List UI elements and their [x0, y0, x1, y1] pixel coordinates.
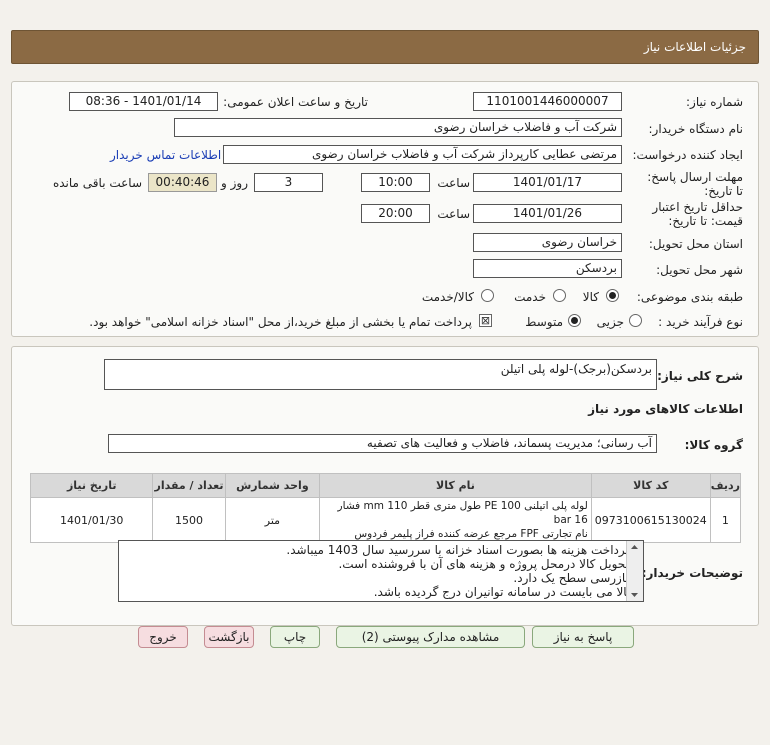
deadline-time-label: ساعت	[437, 176, 470, 190]
need-description-label: شرح کلی نیاز:	[657, 369, 743, 383]
city-field: بردسکن	[473, 259, 622, 278]
remaining-time-field: 00:40:46	[148, 173, 217, 192]
deadline-time-field: 10:00	[361, 173, 430, 192]
city-label: شهر محل تحویل:	[656, 263, 743, 277]
scroll-arrows-icon	[631, 545, 638, 597]
col-header-unit: واحد شمارش	[224, 473, 321, 498]
buyer-notes-box: - پرداخت هزینه ها بصورت اسناد خزانه با س…	[118, 540, 644, 602]
buyer-note-line: - تحویل کالا درمحل پروژه و هزینه های آن …	[338, 557, 637, 571]
need-number-label: شماره نیاز:	[686, 95, 743, 109]
cell-code: 0973100615130024	[590, 497, 711, 543]
buyer-note-line: - پرداخت هزینه ها بصورت اسناد خزانه با س…	[286, 543, 637, 557]
items-table: ردیف کد کالا نام کالا واحد شمارش تعداد /…	[29, 473, 742, 543]
cell-row: 1	[709, 497, 742, 543]
category-radio-goods-service[interactable]	[481, 289, 494, 302]
page-header: جزئیات اطلاعات نیاز	[11, 30, 759, 64]
deadline-date-field: 1401/01/17	[473, 173, 622, 192]
col-header-code: کد کالا	[590, 473, 711, 498]
process-option-minor: جزیی	[596, 315, 624, 329]
buyer-notes-label: توضیحات خریدار:	[641, 566, 743, 580]
reply-button[interactable]: پاسخ به نیاز	[532, 626, 634, 648]
buyer-org-label: نام دستگاه خریدار:	[648, 122, 744, 136]
category-option-goods-service: کالا/خدمت	[421, 290, 474, 304]
print-button[interactable]: چاپ	[270, 626, 320, 648]
deadline-label: مهلت ارسال پاسخ: تا تاریخ:	[647, 170, 743, 198]
back-button[interactable]: بازگشت	[204, 626, 254, 648]
category-label: طبقه بندی موضوعی:	[636, 290, 743, 304]
buyer-contact-link[interactable]: اطلاعات تماس خریدار	[110, 148, 221, 162]
days-field: 3	[254, 173, 323, 192]
buyer-note-line: -کالا می بایست در سامانه توانیران درج گر…	[373, 585, 637, 599]
announce-label: تاریخ و ساعت اعلان عمومی:	[223, 95, 368, 109]
col-header-row: ردیف	[709, 473, 742, 498]
buyer-org-field: شرکت آب و فاضلاب خراسان رضوی	[174, 118, 622, 137]
cell-date: 1401/01/30	[29, 497, 154, 543]
treasury-payment-note: پرداخت تمام یا بخشی از مبلغ خرید،از محل …	[89, 315, 472, 329]
category-radio-service[interactable]	[553, 289, 566, 302]
need-number-field: 1101001446000007	[473, 92, 622, 111]
goods-group-label: گروه کالا:	[684, 438, 743, 452]
requester-label: ایجاد کننده درخواست:	[632, 148, 743, 162]
cell-name: لوله پلی اتیلنی PE 100 طول متری قطر 110 …	[319, 497, 592, 543]
table-row: 1 0973100615130024 لوله پلی اتیلنی PE 10…	[29, 497, 742, 543]
requester-field: مرتضی عطایی کارپرداز شرکت آب و فاضلاب خر…	[223, 145, 622, 164]
view-attachments-button[interactable]: مشاهده مدارک پیوستی (2)	[336, 626, 525, 648]
col-header-name: نام کالا	[319, 473, 592, 498]
validity-date-field: 1401/01/26	[473, 204, 622, 223]
validity-time-field: 20:00	[361, 204, 430, 223]
category-option-goods: کالا	[582, 290, 599, 304]
cell-name-line1: لوله پلی اتیلنی PE 100 طول متری قطر 110 …	[337, 500, 588, 526]
buyer-notes-scrollbar[interactable]	[626, 541, 643, 601]
process-label: نوع فرآیند خرید :	[658, 315, 743, 329]
treasury-payment-checkbox[interactable]: ⊠	[479, 314, 492, 327]
items-section-title: اطلاعات کالاهای مورد نیاز	[588, 402, 743, 416]
province-label: استان محل تحویل:	[648, 237, 743, 251]
category-radio-goods[interactable]	[606, 289, 619, 302]
category-option-service: خدمت	[514, 290, 546, 304]
page-title: جزئیات اطلاعات نیاز	[643, 40, 746, 54]
exit-button[interactable]: خروج	[138, 626, 188, 648]
validity-label: حداقل تاریخ اعتبار قیمت: تا تاریخ:	[652, 200, 743, 228]
items-table-header: ردیف کد کالا نام کالا واحد شمارش تعداد /…	[29, 473, 742, 498]
col-header-qty: تعداد / مقدار	[152, 473, 226, 498]
process-radio-medium[interactable]	[568, 314, 581, 327]
cell-name-line2: نام تجارتی FPF مرجع عرضه کننده فراز پلیم…	[354, 528, 588, 540]
process-option-medium: متوسط	[525, 315, 563, 329]
buyer-note-line: - بازرسی سطح یک دارد.	[513, 571, 637, 585]
need-description-field: بردسکن(برجک)-لوله پلی اتیلن	[104, 359, 657, 390]
province-field: خراسان رضوی	[473, 233, 622, 252]
col-header-date: تاریخ نیاز	[29, 473, 154, 498]
goods-group-field: آب رسانی؛ مدیریت پسماند، فاضلاب و فعالیت…	[108, 434, 657, 453]
process-radio-minor[interactable]	[629, 314, 642, 327]
cell-unit: متر	[224, 497, 321, 543]
cell-qty: 1500	[152, 497, 226, 543]
remaining-label: ساعت باقی مانده	[52, 176, 142, 190]
days-label: روز و	[221, 176, 248, 190]
validity-time-label: ساعت	[437, 207, 470, 221]
announce-field: 1401/01/14 - 08:36	[69, 92, 218, 111]
